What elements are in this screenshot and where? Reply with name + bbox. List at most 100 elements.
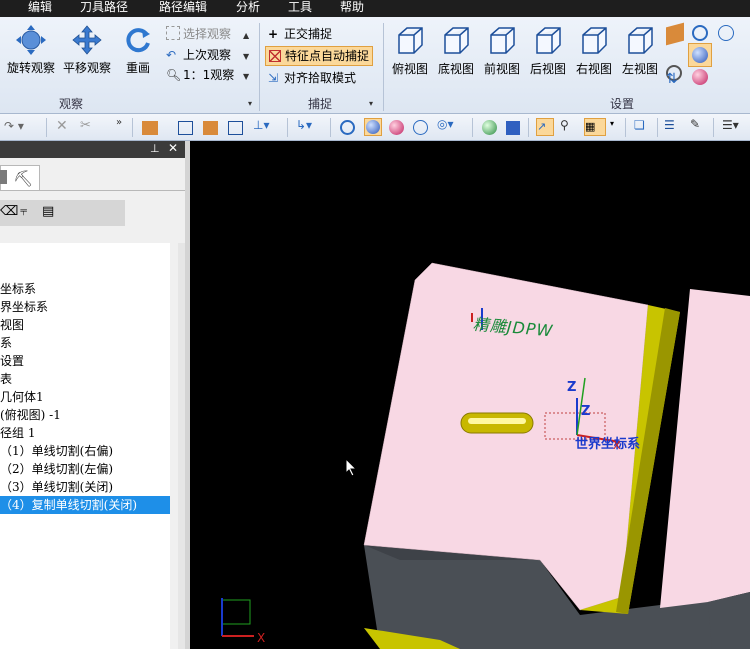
render-sphere-icon[interactable]: [482, 120, 497, 135]
menu-help[interactable]: 帮助: [340, 0, 364, 17]
right-view-button[interactable]: 右视图: [574, 25, 614, 77]
menu-list-icon[interactable]: ☰▾: [722, 118, 739, 132]
dropdown-arrow-icon[interactable]: ▲: [243, 31, 249, 40]
close-icon[interactable]: ✕: [168, 141, 178, 155]
display-mode-button[interactable]: ▦: [584, 118, 606, 136]
tree-item[interactable]: 系: [0, 334, 12, 352]
feature-point-snap-button[interactable]: 特征点自动捕捉: [265, 46, 374, 66]
select-view-label: 选择观察: [183, 27, 232, 41]
front-view-label: 前视图: [483, 62, 520, 76]
tree-item[interactable]: （2）单线切割(左偏): [0, 460, 113, 478]
pan-icon: [72, 25, 102, 55]
align-pick-button[interactable]: ⇲ 对齐拾取模式: [268, 69, 356, 87]
measure-icon[interactable]: ☰: [664, 118, 675, 132]
material-sphere-icon[interactable]: [692, 69, 708, 85]
3d-viewport[interactable]: 精雕JDPW Z Z 世界坐标系 X X: [190, 141, 750, 649]
layers-icon[interactable]: ❏: [634, 118, 645, 132]
redraw-button[interactable]: 重画: [112, 23, 164, 76]
tree-item[interactable]: 界坐标系: [0, 298, 48, 316]
globe-icon[interactable]: ◎▾: [437, 117, 454, 131]
tree-item[interactable]: 表: [0, 370, 12, 388]
front-view-button[interactable]: 前视图: [482, 25, 522, 77]
align-pick-label: 对齐拾取模式: [284, 71, 357, 85]
wireframe-sphere-icon[interactable]: [692, 25, 708, 41]
back-view-button[interactable]: 后视图: [528, 25, 568, 77]
user-cs-icon[interactable]: ⚲: [560, 118, 569, 132]
last-view-button[interactable]: ↶ 上次观察: [166, 46, 231, 64]
refresh-icon: [126, 28, 150, 53]
cut-icon[interactable]: ✂: [80, 118, 91, 133]
select-view-button[interactable]: 选择观察: [166, 25, 231, 43]
feature-point-snap-label: 特征点自动捕捉: [285, 49, 370, 63]
cube-top-icon: [398, 27, 423, 54]
tool-icon[interactable]: ⫧: [20, 204, 27, 219]
menu-path-edit[interactable]: 路径编辑: [159, 0, 207, 17]
axes-icon[interactable]: ⊥▾: [253, 118, 269, 132]
tab-partial-icon[interactable]: [0, 170, 7, 184]
group-expand-icon[interactable]: ▾: [369, 99, 373, 108]
menu-edit[interactable]: 编辑: [28, 0, 52, 17]
pan-view-button[interactable]: 平移观察: [60, 23, 114, 76]
document-icon[interactable]: ▤: [42, 204, 54, 219]
menu-tools[interactable]: 工具: [288, 0, 312, 17]
tree-item[interactable]: （3）单线切割(关闭): [0, 478, 113, 496]
bottom-view-button[interactable]: 底视图: [436, 25, 476, 77]
tree-item-selected[interactable]: （4）复制单线切割(关闭): [0, 496, 170, 514]
outline-sphere-icon[interactable]: [413, 120, 428, 135]
world-z-label-2: Z: [581, 404, 591, 419]
slot-highlight: [468, 418, 526, 424]
eraser-icon[interactable]: ⌫: [0, 204, 18, 219]
left-view-button[interactable]: 左视图: [620, 25, 660, 77]
menu-analysis[interactable]: 分析: [236, 0, 260, 17]
rotate-view-label: 旋转观察: [6, 61, 55, 75]
eyedropper-icon[interactable]: ✎: [690, 117, 700, 131]
tree-item[interactable]: 径组 1: [0, 424, 35, 442]
dropdown-arrow-icon[interactable]: ▼: [243, 52, 249, 61]
solid-cube-icon[interactable]: [666, 22, 684, 46]
tab-underline: [0, 190, 185, 191]
toolbar-separator: [657, 118, 658, 137]
menu-toolpath[interactable]: 刀具路径: [80, 0, 128, 17]
pick-mode-button[interactable]: ↗: [536, 118, 554, 136]
top-view-button[interactable]: 俯视图: [390, 25, 430, 77]
shaded-sphere-toggle[interactable]: [688, 43, 712, 67]
bottom-view-label: 底视图: [437, 62, 474, 76]
section-icon[interactable]: [506, 121, 520, 135]
cube-iso-icon[interactable]: [178, 121, 193, 135]
tree-item[interactable]: 视图: [0, 316, 24, 334]
dropdown-arrow-icon[interactable]: ▾: [610, 119, 614, 128]
tree-item[interactable]: 坐标系: [0, 280, 36, 298]
one-to-one-button[interactable]: 🔍︎ 1：1观察: [166, 66, 234, 84]
ortho-snap-button[interactable]: + 正交捕捉: [268, 25, 332, 43]
cube-wire-icon[interactable]: [228, 121, 243, 135]
tree-item[interactable]: 几何体1: [0, 388, 44, 406]
group-expand-icon[interactable]: ▾: [248, 99, 252, 108]
axis-icon[interactable]: ⇅: [666, 71, 684, 89]
cube-right-icon: [582, 27, 607, 54]
delete-icon[interactable]: ✕: [56, 118, 68, 134]
shaded-mode-button[interactable]: [364, 118, 382, 136]
outline-sphere-icon[interactable]: [718, 25, 734, 41]
overflow-icon[interactable]: »: [116, 117, 122, 128]
pin-icon[interactable]: ⊥: [150, 142, 160, 155]
toolpath-tab-icon[interactable]: ⛏: [13, 169, 33, 188]
world-cs-label: 世界坐标系: [575, 437, 641, 452]
coordinate-icon[interactable]: ↳▾: [296, 118, 312, 132]
wireframe-sphere-icon[interactable]: [340, 120, 355, 135]
rotate-view-button[interactable]: 旋转观察: [4, 23, 58, 76]
redo-icon[interactable]: ↷ ▾: [4, 119, 24, 133]
toolbar-separator: [713, 118, 714, 137]
settings-group-label: 设置: [610, 97, 635, 111]
solid-cube-icon[interactable]: [142, 121, 158, 135]
cube-left-icon: [628, 27, 653, 54]
tree-item[interactable]: 设置: [0, 352, 24, 370]
tree-item[interactable]: （1）单线切割(右偏): [0, 442, 113, 460]
observe-group-label: 观察: [59, 97, 84, 111]
material-sphere-icon[interactable]: [389, 120, 404, 135]
tree-item[interactable]: (俯视图) -1: [0, 406, 61, 424]
dropdown-arrow-icon[interactable]: ▼: [243, 72, 249, 81]
pan-view-label: 平移观察: [62, 61, 111, 75]
cube-shaded-icon[interactable]: [203, 121, 218, 135]
panel-scrollbar[interactable]: [178, 243, 185, 649]
world-x-label: X: [613, 439, 621, 452]
